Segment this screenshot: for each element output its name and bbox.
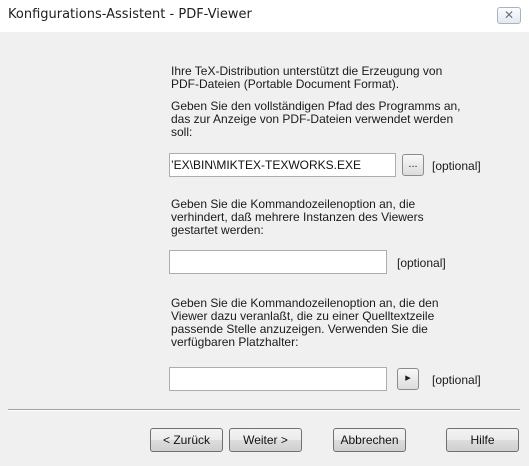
window-title: Konfigurations-Assistent - PDF-Viewer (8, 7, 252, 22)
separator-line (8, 409, 520, 411)
help-button[interactable]: Hilfe (446, 428, 519, 452)
source-optional-label: [optional] (432, 373, 481, 387)
next-button[interactable]: Weiter > (229, 428, 302, 452)
close-icon: ✕ (503, 8, 515, 22)
back-button[interactable]: < Zurück (150, 428, 223, 452)
title-bar: Konfigurations-Assistent - PDF-Viewer ✕ (0, 0, 529, 32)
single-instance-option-input[interactable] (169, 250, 387, 274)
arrow-right-icon: ▸ (405, 372, 411, 384)
forward-search-option-input[interactable] (169, 367, 387, 391)
source-label: Geben Sie die Kommandozeilenoption an, d… (171, 296, 439, 349)
path-label: Geben Sie den vollständigen Pfad des Pro… (171, 99, 461, 139)
path-optional-label: [optional] (432, 159, 481, 173)
placeholder-menu-button[interactable]: ▸ (397, 368, 419, 390)
cancel-button[interactable]: Abbrechen (333, 428, 406, 452)
dialog-client-area (0, 32, 529, 466)
instance-optional-label: [optional] (397, 256, 446, 270)
intro-text: Ihre TeX-Distribution unterstützt die Er… (171, 64, 443, 91)
close-button[interactable]: ✕ (497, 7, 521, 24)
instance-label: Geben Sie die Kommandozeilenoption an, d… (171, 197, 424, 237)
browse-button[interactable]: ... (402, 154, 424, 176)
viewer-path-input[interactable]: ’EX\BIN\MIKTEX-TEXWORKS.EXE (169, 153, 396, 177)
